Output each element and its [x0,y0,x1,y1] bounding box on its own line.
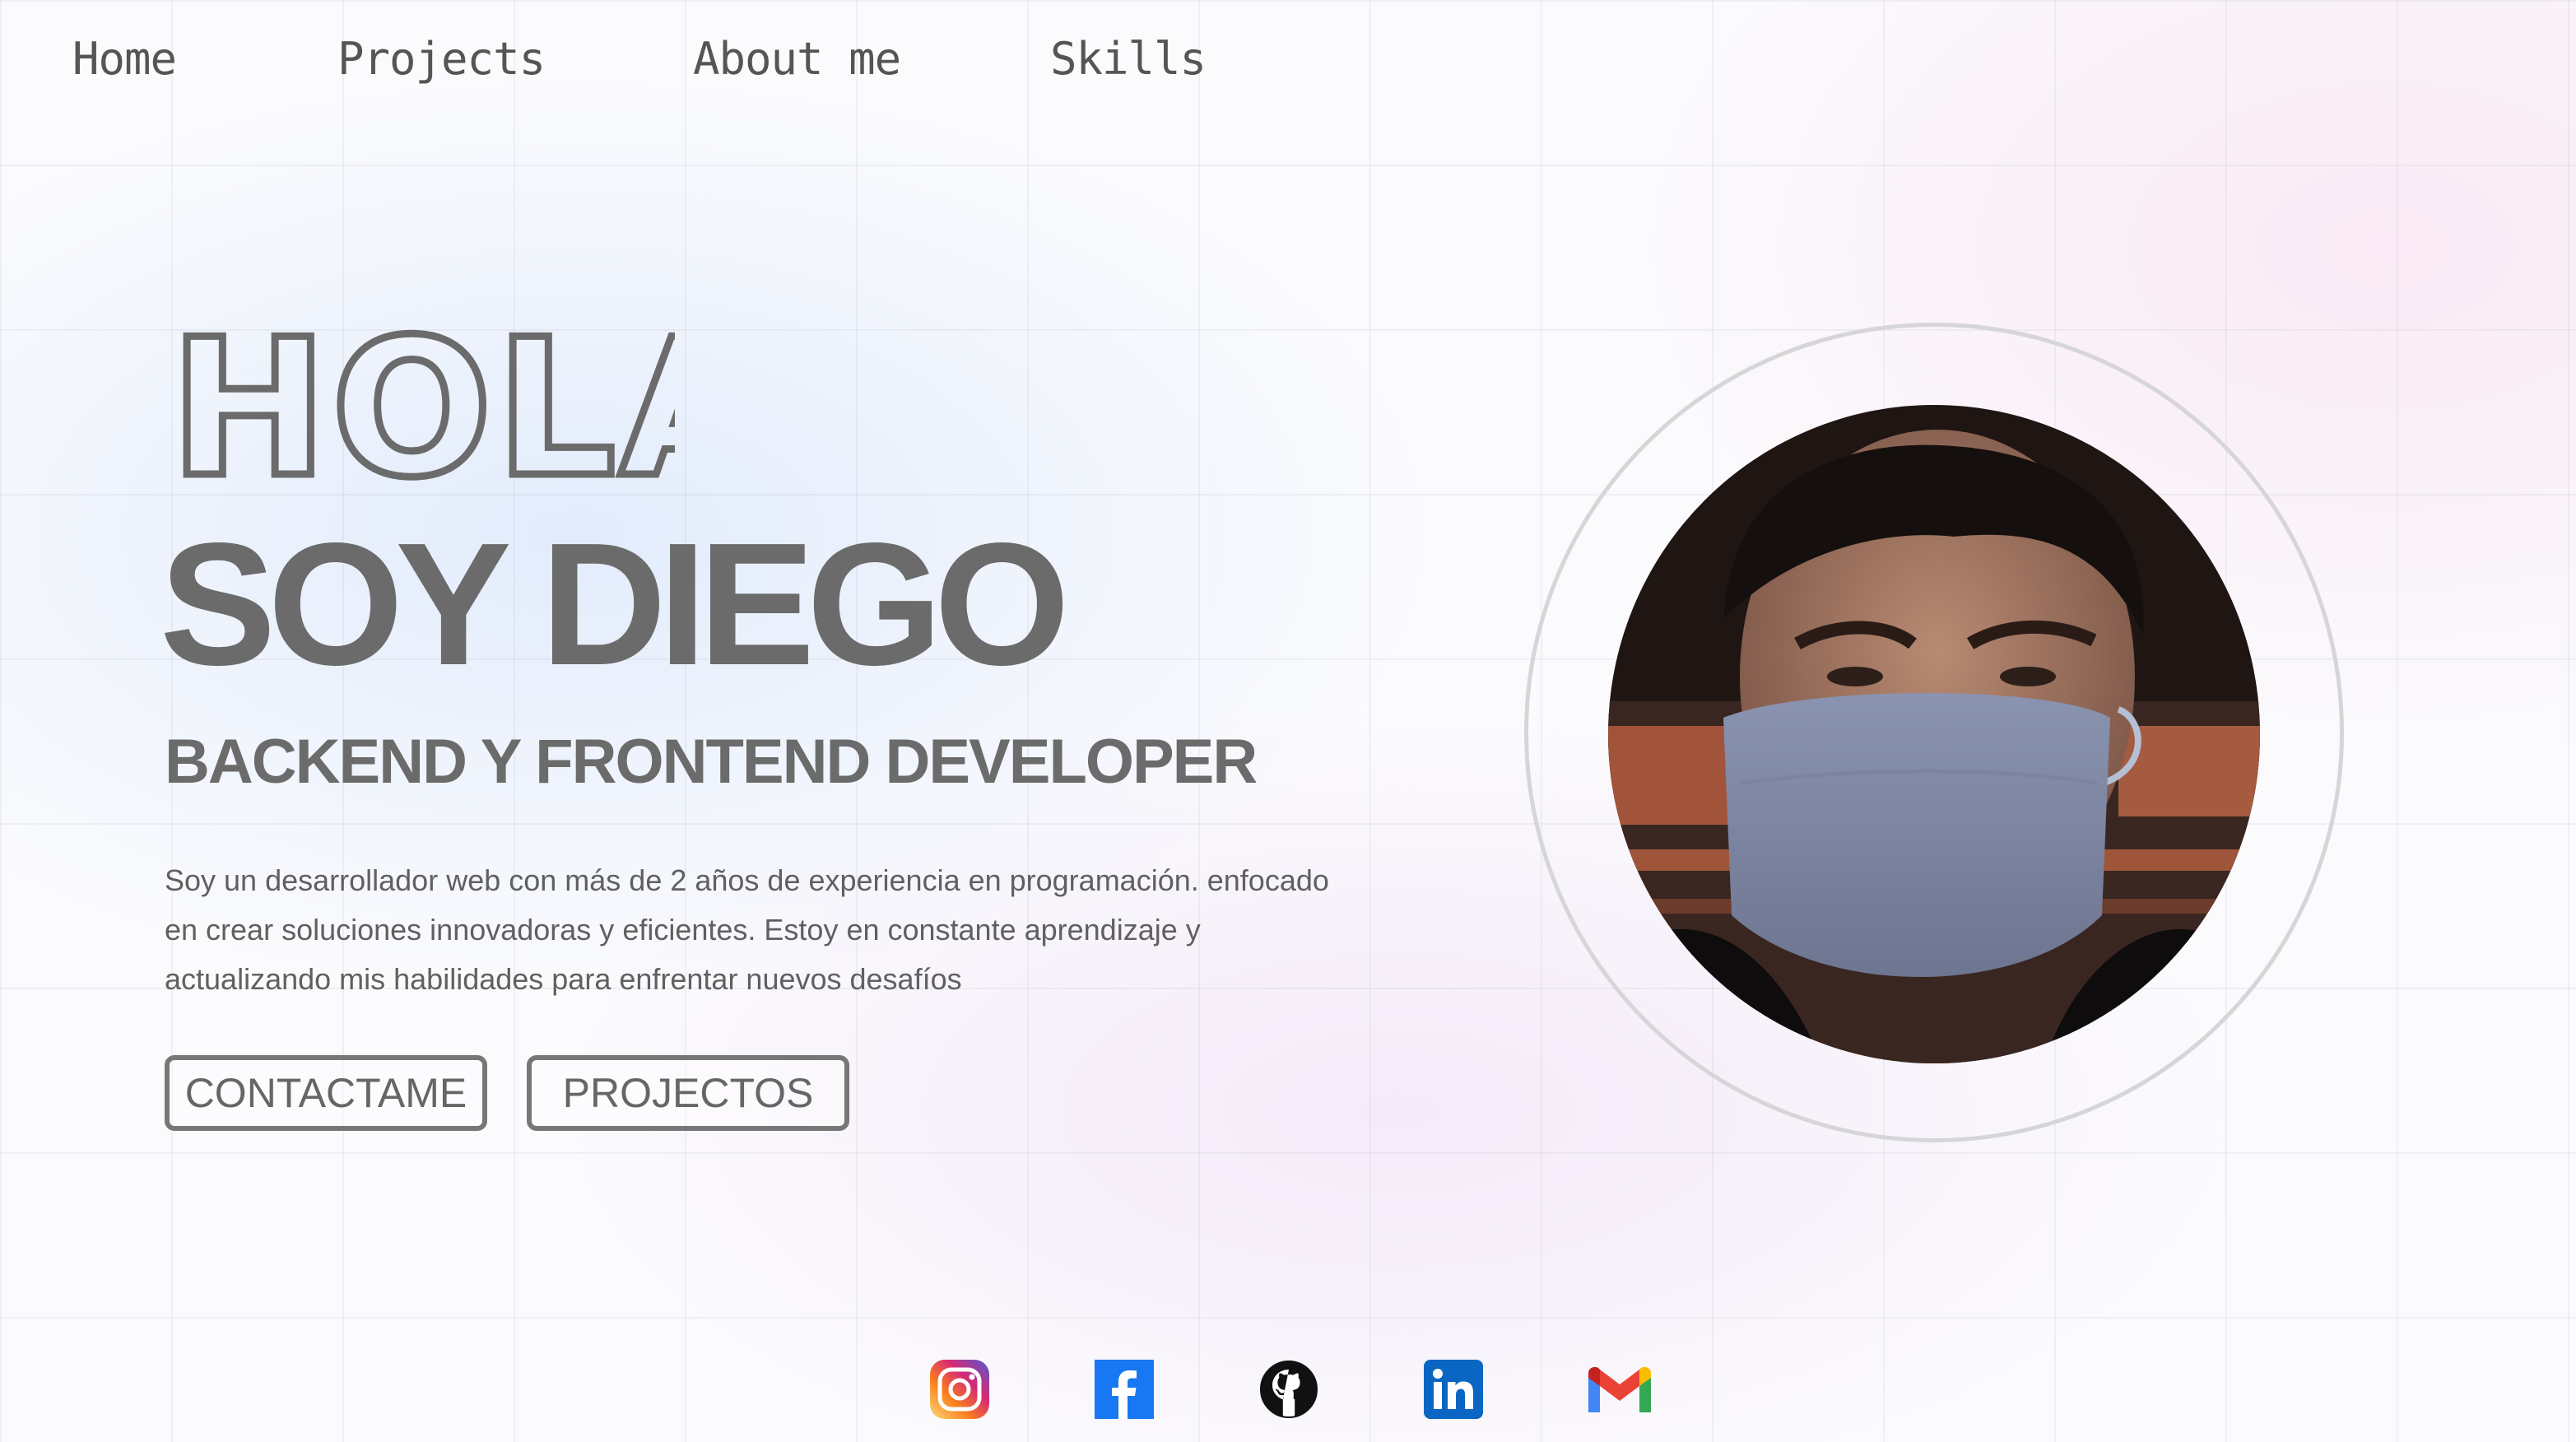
linkedin-icon [1424,1360,1483,1419]
facebook-icon [1095,1360,1154,1419]
nav-about-me[interactable]: About me [693,33,901,85]
role-heading: BACKEND Y FRONTEND DEVELOPER [165,727,1258,797]
greeting-text: HOLA [170,313,675,494]
name-heading: SOY DIEGO [160,506,1070,701]
facebook-link[interactable] [1093,1358,1155,1421]
instagram-link[interactable] [928,1358,991,1421]
gmail-link[interactable] [1583,1358,1651,1421]
nav-skills[interactable]: Skills [1050,33,1207,85]
profile-photo [1608,405,2260,1063]
github-link[interactable] [1258,1358,1320,1421]
contact-button[interactable]: CONTACTAME [165,1055,487,1131]
nav-projects[interactable]: Projects [337,33,546,85]
linkedin-link[interactable] [1422,1358,1485,1421]
greeting-heading: HOLA [166,313,676,494]
bio-paragraph: Soy un desarrollador web con más de 2 añ… [165,863,1329,996]
gmail-icon [1588,1366,1651,1412]
instagram-icon [930,1360,989,1419]
projects-button[interactable]: PROJECTOS [527,1055,849,1131]
nav-home[interactable]: Home [72,33,177,85]
github-icon [1260,1361,1318,1421]
